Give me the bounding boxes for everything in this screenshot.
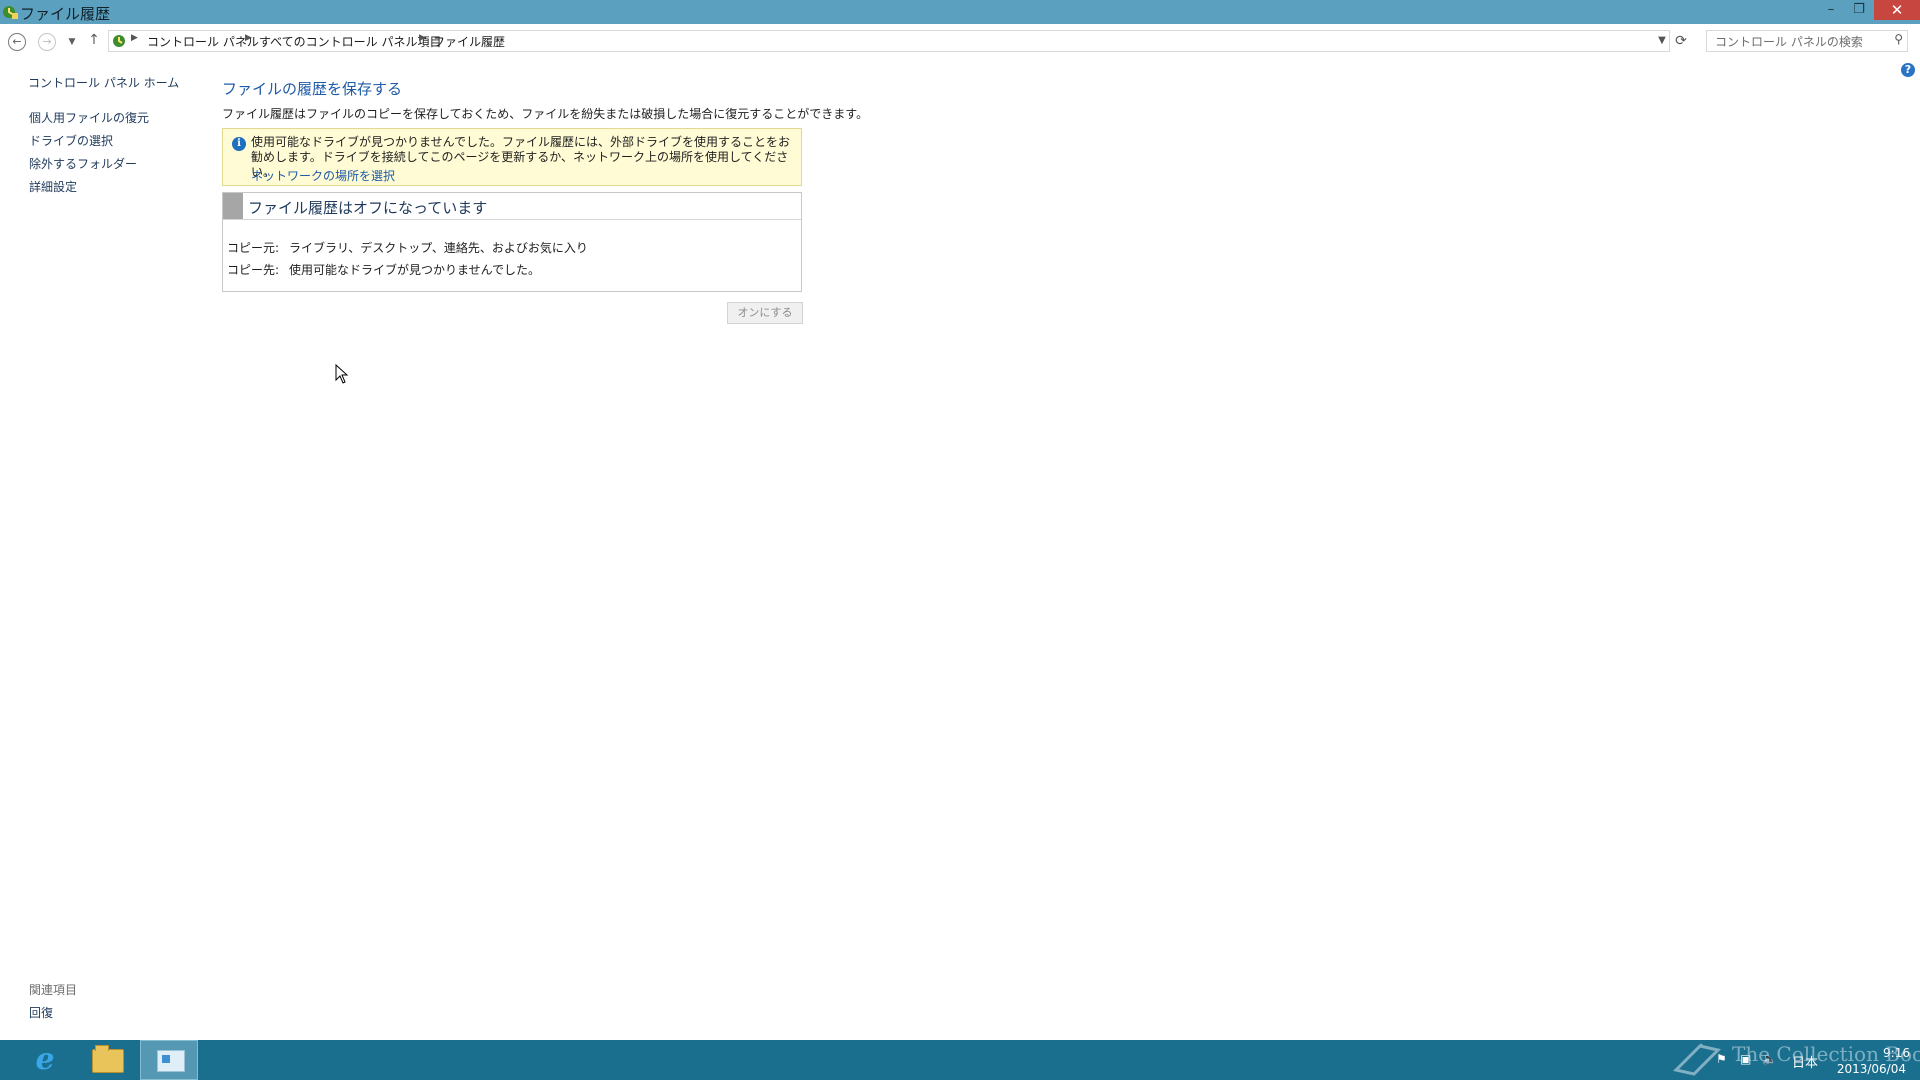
watermark-text: The Collection Book — [1732, 1042, 1920, 1066]
copy-from-value: ライブラリ、デスクトップ、連絡先、およびお気に入り — [289, 241, 588, 255]
breadcrumb-separator[interactable]: ▶ — [245, 33, 252, 43]
select-drive-link[interactable]: ドライブの選択 — [29, 132, 113, 149]
info-icon: i — [232, 137, 246, 151]
page-description: ファイル履歴はファイルのコピーを保存しておくため、ファイルを紛失または破損した場… — [222, 107, 869, 121]
status-title: ファイル履歴はオフになっています — [248, 199, 488, 217]
back-arrow-icon[interactable]: ← — [8, 33, 26, 51]
minimize-button[interactable]: – — [1816, 0, 1846, 20]
exclude-folders-link[interactable]: 除外するフォルダー — [29, 155, 137, 172]
search-placeholder: コントロール パネルの検索 — [1715, 35, 1863, 49]
title-bar: ファイル履歴 – ❐ ✕ — [0, 0, 1920, 24]
page-title: ファイルの履歴を保存する — [222, 80, 403, 98]
forward-arrow-icon[interactable]: → — [38, 33, 56, 51]
file-explorer-icon[interactable] — [76, 1040, 136, 1080]
info-notification: i 使用可能なドライブが見つかりませんでした。ファイル履歴には、外部ドライブを使… — [222, 128, 802, 186]
taskbar: e ⚑ ▣ 🔈 日本 9:16 2013/06/04 — [0, 1040, 1920, 1080]
status-indicator — [223, 193, 243, 219]
close-button[interactable]: ✕ — [1874, 0, 1920, 20]
mouse-cursor-icon — [335, 364, 349, 384]
status-panel: ファイル履歴はオフになっています コピー元: ライブラリ、デスクトップ、連絡先、… — [222, 192, 802, 292]
breadcrumb-separator[interactable]: ▶ — [419, 33, 426, 43]
breadcrumb-file-history[interactable]: ファイル履歴 — [433, 33, 505, 50]
help-icon[interactable]: ? — [1901, 63, 1915, 77]
address-bar[interactable]: ▶ コントロール パネル ▶ すべてのコントロール パネル項目 ▶ ファイル履歴… — [108, 30, 1670, 52]
address-dropdown-icon[interactable]: ▼ — [1654, 32, 1670, 50]
breadcrumb-control-panel[interactable]: コントロール パネル — [147, 33, 259, 50]
watermark: The Collection Book — [1670, 1036, 1920, 1076]
control-panel-taskbar-icon[interactable] — [140, 1040, 198, 1080]
search-input[interactable]: コントロール パネルの検索 ⚲ — [1706, 30, 1908, 52]
copy-from-label: コピー元: — [227, 241, 280, 255]
select-network-location-link[interactable]: ネットワークの場所を選択 — [251, 167, 395, 184]
chevron-down-icon[interactable]: ▼ — [62, 33, 82, 53]
copy-to-value: 使用可能なドライブが見つかりませんでした。 — [289, 263, 541, 277]
up-arrow-icon[interactable]: ↑ — [84, 31, 104, 51]
restore-personal-files-link[interactable]: 個人用ファイルの復元 — [29, 109, 149, 126]
control-panel-icon — [113, 35, 125, 47]
status-header: ファイル履歴はオフになっています — [223, 193, 801, 220]
internet-explorer-icon[interactable]: e — [15, 1040, 75, 1080]
recovery-link[interactable]: 回復 — [29, 1004, 53, 1021]
related-items-heading: 関連項目 — [29, 983, 78, 997]
left-task-pane: コントロール パネル ホーム 個人用ファイルの復元 ドライブの選択 除外するフォ… — [0, 56, 210, 1036]
maximize-button[interactable]: ❐ — [1846, 0, 1872, 20]
file-history-app-icon — [3, 6, 18, 19]
copy-to-label: コピー先: — [227, 263, 280, 277]
search-icon[interactable]: ⚲ — [1894, 32, 1903, 46]
refresh-icon[interactable]: ⟳ — [1670, 30, 1692, 52]
breadcrumb-separator[interactable]: ▶ — [131, 33, 138, 43]
breadcrumb-all-items[interactable]: すべてのコントロール パネル項目 — [259, 33, 442, 50]
control-panel-home-link[interactable]: コントロール パネル ホーム — [28, 74, 179, 91]
window-title: ファイル履歴 — [20, 5, 111, 23]
advanced-settings-link[interactable]: 詳細設定 — [29, 178, 77, 195]
turn-on-button[interactable]: オンにする — [727, 302, 803, 324]
book-logo-icon — [1673, 1043, 1721, 1076]
